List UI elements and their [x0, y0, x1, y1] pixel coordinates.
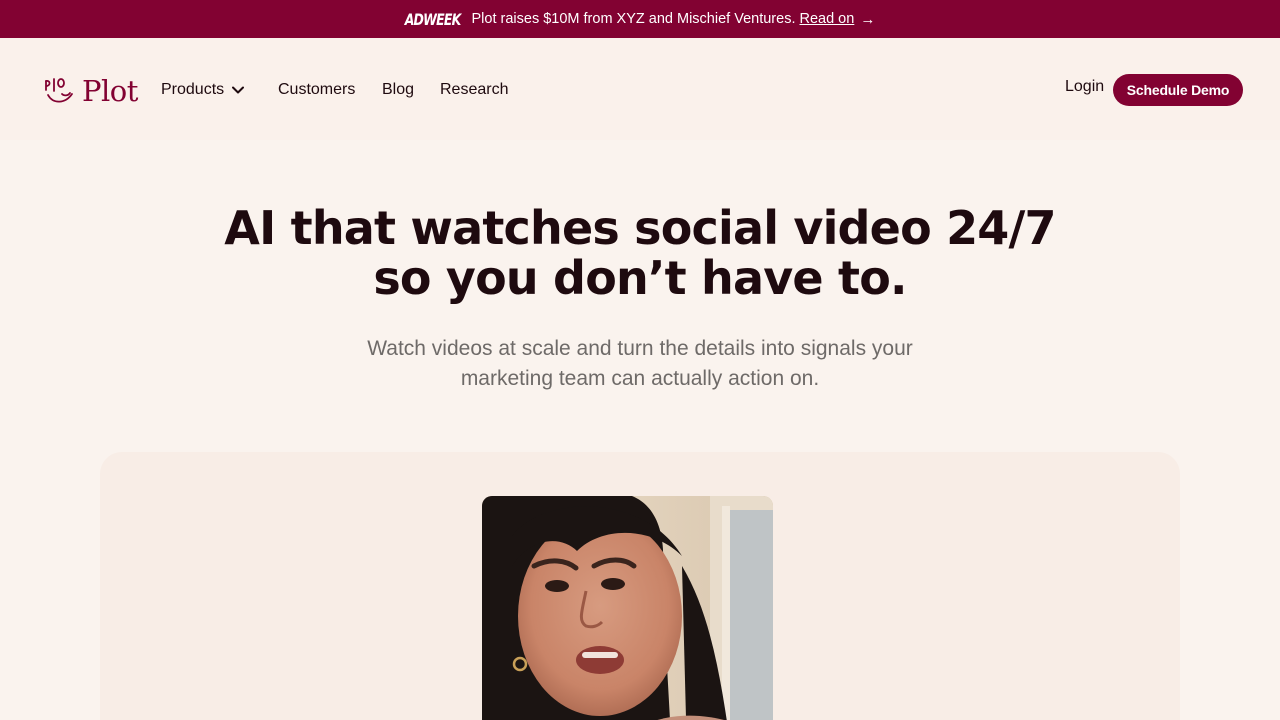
- schedule-demo-button[interactable]: Schedule Demo: [1113, 74, 1243, 106]
- video-frame: [482, 496, 773, 720]
- hero-subtitle: Watch videos at scale and turn the detai…: [0, 334, 1280, 394]
- plot-logo-icon: [45, 78, 73, 103]
- brand-wordmark: Plot: [82, 74, 138, 108]
- login-link[interactable]: Login: [1065, 78, 1104, 96]
- announcement-text: Plot raises $10M from XYZ and Mischief V…: [471, 11, 796, 27]
- hero-title-line2: so you don’t have to.: [373, 251, 907, 305]
- brand-logo[interactable]: Plot: [44, 74, 138, 108]
- read-on-link[interactable]: Read on: [799, 11, 854, 27]
- chevron-down-icon: [232, 81, 245, 99]
- nav-customers[interactable]: Customers: [278, 81, 355, 99]
- demo-video[interactable]: [482, 496, 773, 720]
- nav-blog[interactable]: Blog: [382, 81, 414, 99]
- adweek-logo: ADWEEK: [404, 9, 462, 29]
- hero-subtitle-line1: Watch videos at scale and turn the detai…: [367, 337, 913, 360]
- hero-title-line1: AI that watches social video 24/7: [224, 201, 1056, 255]
- nav-research[interactable]: Research: [440, 81, 508, 99]
- hero-subtitle-line2: marketing team can actually action on.: [460, 367, 820, 390]
- nav-products[interactable]: Products: [161, 81, 245, 99]
- site-header: Plot Products Customers Blog Research Lo…: [0, 38, 1280, 140]
- nav-products-label: Products: [161, 81, 225, 98]
- hero-title: AI that watches social video 24/7 so you…: [0, 203, 1280, 303]
- arrow-right-icon[interactable]: →: [860, 11, 875, 28]
- announcement-bar: ADWEEK Plot raises $10M from XYZ and Mis…: [0, 0, 1280, 38]
